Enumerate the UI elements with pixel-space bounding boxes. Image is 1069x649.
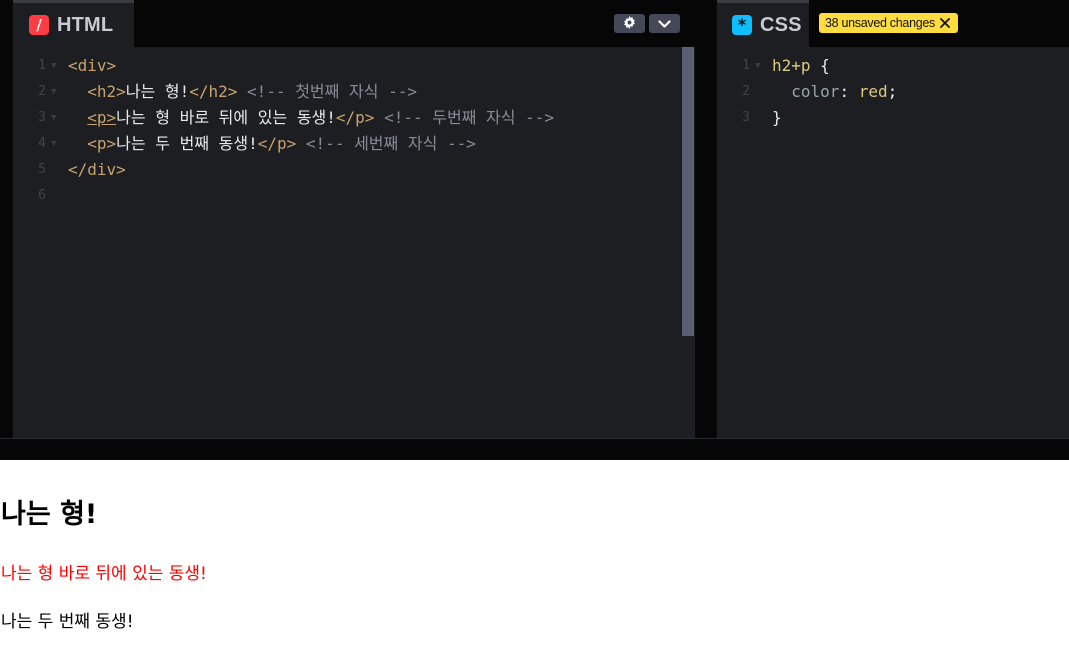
- code-token: <p>: [87, 108, 117, 127]
- fold-arrow-icon[interactable]: ▼: [51, 131, 56, 157]
- code-token: :: [839, 82, 859, 101]
- html-tab[interactable]: / HTML: [13, 0, 134, 47]
- code-token: <!-- 첫번째 자식 -->: [247, 82, 417, 101]
- result-heading: 나는 형!: [1, 499, 98, 530]
- code-token: </p>: [257, 134, 297, 153]
- html-line-number: 5: [38, 162, 46, 177]
- result-resize-handle[interactable]: [0, 438, 1069, 460]
- html-slash-icon: /: [29, 15, 49, 35]
- html-line-text: <h2>나는 형!</h2> <!-- 첫번째 자식 -->: [68, 79, 417, 105]
- code-token: ;: [887, 82, 898, 101]
- css-line-number: 2: [742, 84, 750, 99]
- code-token: <!-- 두번째 자식 -->: [384, 108, 554, 127]
- fold-arrow-icon[interactable]: ▼: [51, 53, 56, 79]
- html-line-text: <p>나는 형 바로 뒤에 있는 동생!</p> <!-- 두번째 자식 -->: [68, 105, 554, 131]
- css-tab[interactable]: * CSS: [717, 0, 809, 47]
- code-token: }: [772, 108, 782, 127]
- css-line-text: color: red;: [772, 79, 897, 105]
- code-token: <h2>: [87, 82, 126, 101]
- code-token: h2+p: [772, 56, 811, 75]
- css-asterisk-icon: *: [732, 15, 752, 35]
- css-line-text: }: [772, 105, 782, 131]
- html-editor-pane: / HTML 1 ▼ <div> 2 ▼ <h2>나는 형!</h2> <!-- 첫번째…: [13, 0, 695, 438]
- result-paragraph: 나는 두 번째 동생!: [1, 612, 134, 632]
- code-token: 나는 두 번째 동생!: [116, 134, 258, 153]
- fold-arrow-icon[interactable]: ▼: [51, 79, 56, 105]
- chevron-down-icon: [658, 14, 671, 33]
- code-token: </h2>: [189, 82, 238, 101]
- gear-icon: [623, 14, 636, 33]
- html-scrollbar[interactable]: [682, 47, 694, 336]
- code-token: <div>: [68, 56, 117, 75]
- code-token: </div>: [68, 160, 126, 179]
- html-line-text: <div>: [68, 53, 116, 79]
- html-line-number: 2: [38, 84, 46, 99]
- result-paragraph-red: 나는 형 바로 뒤에 있는 동생!: [1, 564, 207, 584]
- css-line-text: h2+p {: [772, 53, 830, 79]
- html-tab-label: HTML: [57, 13, 114, 36]
- html-line-text: </div>: [68, 157, 126, 183]
- result-preview: 나는 형! 나는 형 바로 뒤에 있는 동생! 나는 두 번째 동생!: [0, 460, 1069, 649]
- fold-arrow-icon[interactable]: ▼: [51, 105, 56, 131]
- css-line-number: 1: [742, 58, 750, 73]
- html-pane-header: / HTML: [13, 0, 695, 47]
- code-token: <p>: [87, 134, 117, 153]
- code-token: color: [791, 82, 840, 101]
- html-code-area[interactable]: 1 ▼ <div> 2 ▼ <h2>나는 형!</h2> <!-- 첫번째 자식 -->…: [13, 47, 695, 438]
- html-line-number: 1: [38, 58, 46, 73]
- settings-button[interactable]: [614, 14, 645, 33]
- code-token: 나는 형!: [125, 82, 190, 101]
- code-token: <!-- 세번째 자식 -->: [305, 134, 476, 153]
- css-pane-header: * CSS 38 unsaved changes: [717, 0, 1069, 47]
- css-editor-pane: * CSS 38 unsaved changes 1 ▼ h2+p {2 color…: [717, 0, 1069, 438]
- unsaved-changes-text: 38 unsaved changes: [825, 16, 935, 30]
- code-token: 나는 형 바로 뒤에 있는 동생!: [116, 108, 336, 127]
- code-token: </p>: [335, 108, 375, 127]
- code-token: red: [858, 82, 888, 101]
- html-line-text: <p>나는 두 번째 동생!</p> <!-- 세번째 자식 -->: [68, 131, 476, 157]
- code-token: {: [810, 56, 830, 75]
- close-icon[interactable]: [940, 18, 950, 28]
- editor-area: / HTML 1 ▼ <div> 2 ▼ <h2>나는 형!</h2> <!-- 첫번째…: [0, 0, 1069, 438]
- editor-options-toggle[interactable]: [649, 14, 680, 33]
- html-line-number: 3: [38, 110, 46, 125]
- html-line-number: 4: [38, 136, 46, 151]
- css-tab-label: CSS: [760, 13, 802, 36]
- unsaved-changes-badge[interactable]: 38 unsaved changes: [819, 13, 958, 33]
- fold-arrow-icon[interactable]: ▼: [755, 53, 760, 79]
- css-code-area[interactable]: 1 ▼ h2+p {2 color: red; 3}: [717, 47, 1069, 438]
- html-line-number: 6: [38, 188, 46, 203]
- css-line-number: 3: [742, 110, 750, 125]
